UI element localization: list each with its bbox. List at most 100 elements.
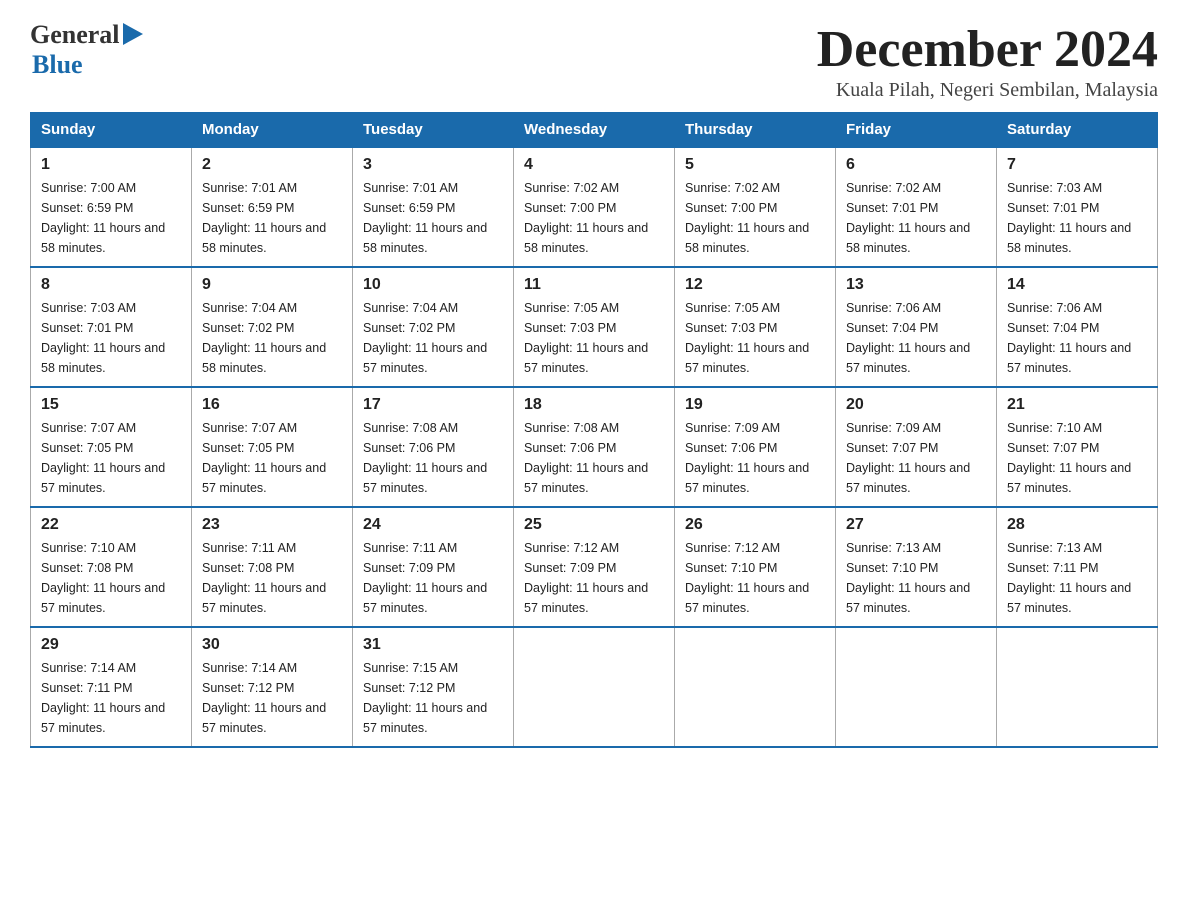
day-info: Sunrise: 7:07 AMSunset: 7:05 PMDaylight:…: [41, 421, 165, 495]
day-info: Sunrise: 7:09 AMSunset: 7:07 PMDaylight:…: [846, 421, 970, 495]
calendar-header-row: Sunday Monday Tuesday Wednesday Thursday…: [31, 113, 1158, 148]
day-info: Sunrise: 7:00 AMSunset: 6:59 PMDaylight:…: [41, 181, 165, 255]
header-wednesday: Wednesday: [514, 113, 675, 148]
calendar-day-cell: 14 Sunrise: 7:06 AMSunset: 7:04 PMDaylig…: [997, 267, 1158, 387]
calendar-title-block: December 2024 Kuala Pilah, Negeri Sembil…: [817, 20, 1158, 102]
calendar-day-cell: [514, 627, 675, 747]
calendar-day-cell: 21 Sunrise: 7:10 AMSunset: 7:07 PMDaylig…: [997, 387, 1158, 507]
day-number: 31: [363, 636, 503, 654]
day-number: 26: [685, 516, 825, 534]
day-info: Sunrise: 7:02 AMSunset: 7:00 PMDaylight:…: [685, 181, 809, 255]
day-info: Sunrise: 7:11 AMSunset: 7:09 PMDaylight:…: [363, 541, 487, 615]
day-number: 9: [202, 276, 342, 294]
calendar-title: December 2024: [817, 20, 1158, 79]
day-number: 2: [202, 156, 342, 174]
day-info: Sunrise: 7:04 AMSunset: 7:02 PMDaylight:…: [363, 301, 487, 375]
day-number: 16: [202, 396, 342, 414]
logo-arrow-icon: [123, 23, 143, 45]
calendar-day-cell: 8 Sunrise: 7:03 AMSunset: 7:01 PMDayligh…: [31, 267, 192, 387]
day-number: 30: [202, 636, 342, 654]
day-number: 14: [1007, 276, 1147, 294]
calendar-day-cell: 19 Sunrise: 7:09 AMSunset: 7:06 PMDaylig…: [675, 387, 836, 507]
day-info: Sunrise: 7:03 AMSunset: 7:01 PMDaylight:…: [41, 301, 165, 375]
day-number: 12: [685, 276, 825, 294]
calendar-day-cell: 3 Sunrise: 7:01 AMSunset: 6:59 PMDayligh…: [353, 147, 514, 267]
calendar-day-cell: [997, 627, 1158, 747]
day-number: 1: [41, 156, 181, 174]
calendar-day-cell: 7 Sunrise: 7:03 AMSunset: 7:01 PMDayligh…: [997, 147, 1158, 267]
calendar-day-cell: 20 Sunrise: 7:09 AMSunset: 7:07 PMDaylig…: [836, 387, 997, 507]
day-number: 24: [363, 516, 503, 534]
logo: General Blue: [30, 20, 143, 80]
calendar-day-cell: 18 Sunrise: 7:08 AMSunset: 7:06 PMDaylig…: [514, 387, 675, 507]
day-info: Sunrise: 7:15 AMSunset: 7:12 PMDaylight:…: [363, 661, 487, 735]
day-number: 25: [524, 516, 664, 534]
day-info: Sunrise: 7:10 AMSunset: 7:08 PMDaylight:…: [41, 541, 165, 615]
header-friday: Friday: [836, 113, 997, 148]
header-monday: Monday: [192, 113, 353, 148]
calendar-day-cell: 6 Sunrise: 7:02 AMSunset: 7:01 PMDayligh…: [836, 147, 997, 267]
calendar-week-row: 29 Sunrise: 7:14 AMSunset: 7:11 PMDaylig…: [31, 627, 1158, 747]
day-number: 19: [685, 396, 825, 414]
day-info: Sunrise: 7:09 AMSunset: 7:06 PMDaylight:…: [685, 421, 809, 495]
day-info: Sunrise: 7:11 AMSunset: 7:08 PMDaylight:…: [202, 541, 326, 615]
day-number: 5: [685, 156, 825, 174]
day-number: 17: [363, 396, 503, 414]
header-tuesday: Tuesday: [353, 113, 514, 148]
day-number: 18: [524, 396, 664, 414]
day-number: 11: [524, 276, 664, 294]
day-info: Sunrise: 7:13 AMSunset: 7:11 PMDaylight:…: [1007, 541, 1131, 615]
calendar-week-row: 22 Sunrise: 7:10 AMSunset: 7:08 PMDaylig…: [31, 507, 1158, 627]
day-info: Sunrise: 7:01 AMSunset: 6:59 PMDaylight:…: [202, 181, 326, 255]
day-info: Sunrise: 7:12 AMSunset: 7:10 PMDaylight:…: [685, 541, 809, 615]
day-info: Sunrise: 7:05 AMSunset: 7:03 PMDaylight:…: [524, 301, 648, 375]
day-info: Sunrise: 7:13 AMSunset: 7:10 PMDaylight:…: [846, 541, 970, 615]
page-header: General Blue December 2024 Kuala Pilah, …: [30, 20, 1158, 102]
day-info: Sunrise: 7:08 AMSunset: 7:06 PMDaylight:…: [363, 421, 487, 495]
calendar-day-cell: 25 Sunrise: 7:12 AMSunset: 7:09 PMDaylig…: [514, 507, 675, 627]
day-number: 22: [41, 516, 181, 534]
header-saturday: Saturday: [997, 113, 1158, 148]
calendar-day-cell: 4 Sunrise: 7:02 AMSunset: 7:00 PMDayligh…: [514, 147, 675, 267]
day-info: Sunrise: 7:07 AMSunset: 7:05 PMDaylight:…: [202, 421, 326, 495]
calendar-week-row: 15 Sunrise: 7:07 AMSunset: 7:05 PMDaylig…: [31, 387, 1158, 507]
calendar-table: Sunday Monday Tuesday Wednesday Thursday…: [30, 112, 1158, 748]
calendar-day-cell: 31 Sunrise: 7:15 AMSunset: 7:12 PMDaylig…: [353, 627, 514, 747]
calendar-day-cell: 10 Sunrise: 7:04 AMSunset: 7:02 PMDaylig…: [353, 267, 514, 387]
day-number: 10: [363, 276, 503, 294]
day-number: 8: [41, 276, 181, 294]
day-number: 20: [846, 396, 986, 414]
header-thursday: Thursday: [675, 113, 836, 148]
day-number: 23: [202, 516, 342, 534]
day-number: 29: [41, 636, 181, 654]
header-sunday: Sunday: [31, 113, 192, 148]
calendar-day-cell: 15 Sunrise: 7:07 AMSunset: 7:05 PMDaylig…: [31, 387, 192, 507]
day-info: Sunrise: 7:02 AMSunset: 7:00 PMDaylight:…: [524, 181, 648, 255]
logo-text-general: General: [30, 20, 120, 50]
calendar-day-cell: 23 Sunrise: 7:11 AMSunset: 7:08 PMDaylig…: [192, 507, 353, 627]
calendar-day-cell: 22 Sunrise: 7:10 AMSunset: 7:08 PMDaylig…: [31, 507, 192, 627]
calendar-day-cell: 24 Sunrise: 7:11 AMSunset: 7:09 PMDaylig…: [353, 507, 514, 627]
calendar-day-cell: 13 Sunrise: 7:06 AMSunset: 7:04 PMDaylig…: [836, 267, 997, 387]
calendar-day-cell: 12 Sunrise: 7:05 AMSunset: 7:03 PMDaylig…: [675, 267, 836, 387]
day-number: 15: [41, 396, 181, 414]
calendar-day-cell: 30 Sunrise: 7:14 AMSunset: 7:12 PMDaylig…: [192, 627, 353, 747]
day-number: 21: [1007, 396, 1147, 414]
day-info: Sunrise: 7:02 AMSunset: 7:01 PMDaylight:…: [846, 181, 970, 255]
day-number: 4: [524, 156, 664, 174]
day-info: Sunrise: 7:14 AMSunset: 7:11 PMDaylight:…: [41, 661, 165, 735]
day-number: 7: [1007, 156, 1147, 174]
day-info: Sunrise: 7:08 AMSunset: 7:06 PMDaylight:…: [524, 421, 648, 495]
day-info: Sunrise: 7:12 AMSunset: 7:09 PMDaylight:…: [524, 541, 648, 615]
calendar-day-cell: 26 Sunrise: 7:12 AMSunset: 7:10 PMDaylig…: [675, 507, 836, 627]
calendar-week-row: 1 Sunrise: 7:00 AMSunset: 6:59 PMDayligh…: [31, 147, 1158, 267]
day-number: 27: [846, 516, 986, 534]
calendar-day-cell: 2 Sunrise: 7:01 AMSunset: 6:59 PMDayligh…: [192, 147, 353, 267]
logo-text-blue: Blue: [30, 50, 143, 80]
calendar-day-cell: 17 Sunrise: 7:08 AMSunset: 7:06 PMDaylig…: [353, 387, 514, 507]
day-number: 3: [363, 156, 503, 174]
day-info: Sunrise: 7:01 AMSunset: 6:59 PMDaylight:…: [363, 181, 487, 255]
day-number: 28: [1007, 516, 1147, 534]
calendar-day-cell: 11 Sunrise: 7:05 AMSunset: 7:03 PMDaylig…: [514, 267, 675, 387]
day-info: Sunrise: 7:14 AMSunset: 7:12 PMDaylight:…: [202, 661, 326, 735]
